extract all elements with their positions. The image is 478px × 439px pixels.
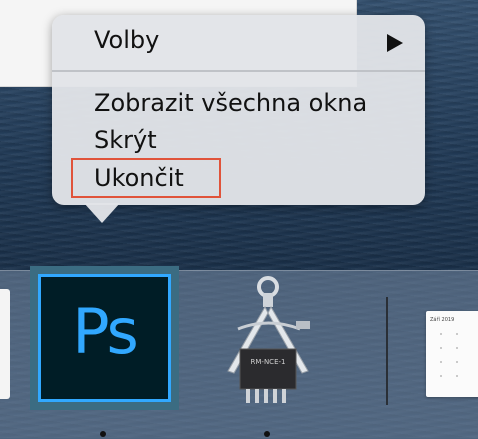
menu-item-show-all-windows[interactable]: Zobrazit všechna okna xyxy=(94,88,367,118)
chip-label: RM-NCE-1 xyxy=(251,358,286,366)
photoshop-running-indicator xyxy=(100,431,106,437)
menu-pointer xyxy=(84,203,120,223)
quit-highlight-box xyxy=(71,158,221,198)
menu-item-hide[interactable]: Skrýt xyxy=(94,125,157,155)
system-information-dock-icon[interactable]: RM-NCE-1 xyxy=(208,271,328,421)
menu-item-label: Skrýt xyxy=(94,126,157,154)
dock: Ps RM-NCE-1 Září 2019 xyxy=(0,266,478,439)
submenu-arrow-icon xyxy=(387,34,403,52)
menu-item-label: Volby xyxy=(94,26,160,54)
calendar-cell xyxy=(456,347,458,349)
photoshop-icon-face: Ps xyxy=(38,274,171,402)
menu-item-options[interactable]: Volby xyxy=(94,25,159,55)
dock-separator xyxy=(386,297,388,405)
dock-window-thumbnail[interactable] xyxy=(0,289,10,399)
calendar-thumbnail-title: Září 2019 xyxy=(430,317,455,323)
photoshop-icon-label: Ps xyxy=(72,295,139,368)
calendar-cell xyxy=(456,361,458,363)
calendar-cell xyxy=(456,375,458,377)
calendar-window-thumbnail[interactable]: Září 2019 xyxy=(426,311,478,397)
menu-item-label: Zobrazit všechna okna xyxy=(94,89,368,117)
calendar-cell xyxy=(440,347,442,349)
photoshop-dock-icon[interactable]: Ps xyxy=(30,266,179,410)
calendar-cell xyxy=(456,333,458,335)
calendar-cell xyxy=(440,361,442,363)
menu-separator xyxy=(52,70,425,72)
calendar-cell xyxy=(440,333,442,335)
calendar-cell xyxy=(440,375,442,377)
system-information-running-indicator xyxy=(264,431,270,437)
